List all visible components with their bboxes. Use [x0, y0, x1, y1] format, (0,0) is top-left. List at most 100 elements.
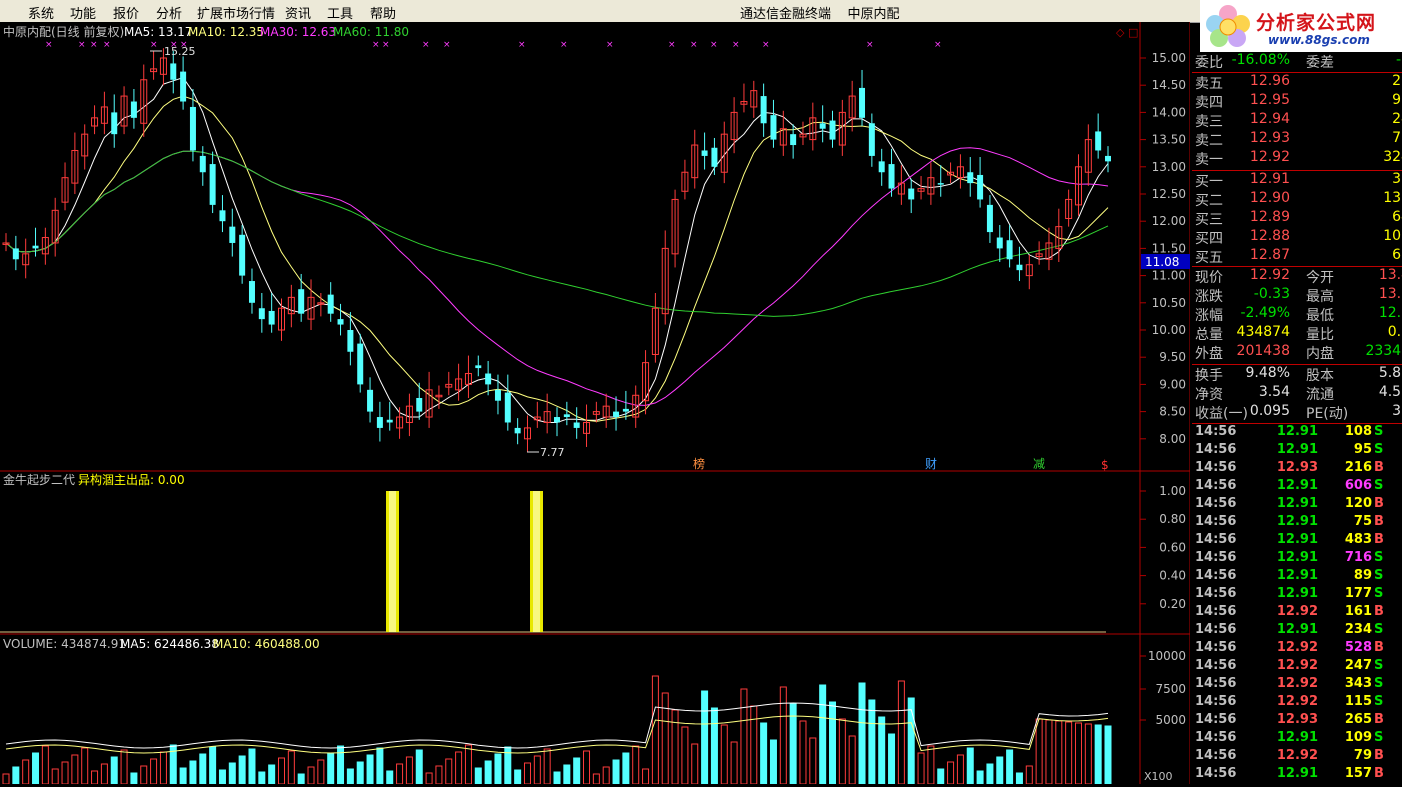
volume-bar [209, 746, 217, 785]
candle-body [613, 411, 620, 418]
volume-bar [376, 747, 384, 785]
volume-bar [829, 701, 836, 785]
candle-body [12, 248, 19, 260]
price-tick-label: 8.00 [1159, 432, 1186, 446]
tick-row: 14:56 12.91 157 B [1195, 766, 1384, 781]
kline-chart[interactable]: 中原内配(日线 前复权) MA5: 13.17 MA10: 12.35 MA30… [0, 22, 1191, 785]
volume-bar [484, 760, 492, 785]
price-tick-label: 14.00 [1152, 105, 1186, 119]
cross-mark: × [560, 40, 568, 50]
cross-mark: × [45, 40, 53, 50]
candle-body [239, 234, 246, 276]
cross-mark: × [732, 40, 740, 50]
candle-body [878, 161, 885, 173]
candle-body [563, 414, 570, 418]
candle-body [199, 155, 206, 173]
candle-body [859, 87, 866, 118]
volume-bar [1015, 772, 1023, 785]
indicator-tick-label: 0.80 [1159, 512, 1186, 526]
price-tick-label: 9.00 [1159, 377, 1186, 391]
volume-bar [356, 761, 364, 785]
candle-body [189, 106, 196, 151]
bid-row: 买一12.9132 [1195, 171, 1402, 190]
candle-body [376, 417, 383, 428]
diamond-icon[interactable]: ◇ [1116, 26, 1125, 39]
price-tick-label: 12.00 [1152, 214, 1186, 228]
candle-body [711, 147, 718, 167]
candle-body [622, 408, 629, 412]
candle-body [977, 174, 984, 200]
chart-area[interactable]: 中原内配(日线 前复权) MA5: 13.17 MA10: 12.35 MA30… [0, 22, 1191, 785]
menu-news[interactable]: 资讯 [285, 3, 311, 22]
candle-body [386, 419, 393, 423]
event-mark-bang[interactable]: 榜 [693, 456, 705, 471]
tick-row: 14:56 12.91 75 B [1195, 514, 1384, 529]
cross-mark: × [150, 40, 158, 50]
candle-body [1006, 240, 1013, 260]
volume-bar [130, 772, 138, 785]
candle-body [130, 101, 137, 118]
tick-row: 14:56 12.92 343 S [1195, 676, 1384, 691]
tick-row: 14:56 12.91 108 S [1195, 424, 1384, 439]
volume-bar [1094, 724, 1102, 785]
candle-body [829, 120, 836, 140]
candle-body [967, 172, 974, 184]
tick-row: 14:56 12.91 120 B [1195, 496, 1384, 511]
candle-body [416, 398, 423, 412]
candle-body [258, 308, 265, 320]
candle-body [219, 210, 226, 222]
candle-body [357, 343, 364, 385]
price-tick-label: 13.00 [1152, 160, 1186, 174]
cross-mark: × [518, 40, 526, 50]
tick-row: 14:56 12.92 79 B [1195, 748, 1384, 763]
tick-row: 14:56 12.93 216 B [1195, 460, 1384, 475]
menu-system[interactable]: 系统 [28, 3, 54, 22]
candle-body [268, 310, 275, 325]
price-tick-label: 9.50 [1159, 350, 1186, 364]
window-icon[interactable]: □ [1128, 26, 1138, 39]
volume-bar [386, 770, 394, 785]
menu-quote[interactable]: 报价 [113, 3, 139, 22]
ask-row: 卖一12.92324 [1195, 149, 1402, 168]
volume-bar [337, 745, 345, 785]
site-logo: 分析家公式网 www.88gs.com [1200, 0, 1402, 52]
volume-ma10-label: MA10: 460488.00 [213, 637, 320, 651]
volume-bar [976, 770, 984, 785]
volume-bar [710, 707, 718, 785]
candle-body [347, 330, 354, 352]
volume-bar [1104, 725, 1112, 785]
volume-bar [769, 739, 777, 785]
candle-body [996, 237, 1003, 249]
menu-help[interactable]: 帮助 [370, 3, 396, 22]
ma5-label: MA5: 13.17 [124, 25, 192, 39]
candle-body [209, 164, 216, 205]
volume-bar [858, 682, 866, 785]
event-mark-cai[interactable]: 财 [925, 457, 937, 471]
stat-row: 外盘201438内盘23343 [1195, 343, 1402, 362]
tick-row: 14:56 12.92 161 B [1195, 604, 1384, 619]
event-mark-jian[interactable]: 减 [1033, 457, 1045, 471]
ma60-label: MA60: 11.80 [333, 25, 409, 39]
tick-row: 14:56 12.91 234 S [1195, 622, 1384, 637]
volume-bar [986, 763, 994, 785]
candle-body [170, 63, 177, 80]
main-chart-label: 中原内配(日线 前复权) [3, 24, 124, 39]
candle-body [337, 319, 344, 325]
price-tick-label: 10.00 [1152, 323, 1186, 337]
volume-bar [327, 752, 335, 785]
volume-bar [514, 769, 522, 785]
volume-bar [110, 756, 118, 785]
menu-extended-market[interactable]: 扩展市场行情 [197, 3, 275, 22]
price-tick-label: 11.00 [1152, 269, 1186, 283]
bid-row: 买三12.8964 [1195, 209, 1402, 228]
window-title: 通达信金融终端 中原内配 [740, 7, 900, 22]
volume-bar [258, 771, 266, 785]
menu-function[interactable]: 功能 [70, 3, 96, 22]
volume-bar [238, 755, 246, 785]
volume-bar [179, 767, 187, 785]
menu-tools[interactable]: 工具 [327, 3, 353, 22]
tick-row: 14:56 12.92 115 S [1195, 694, 1384, 709]
event-mark-dollar[interactable]: $ [1101, 458, 1109, 472]
menu-analysis[interactable]: 分析 [156, 3, 182, 22]
cross-mark: × [710, 40, 718, 50]
